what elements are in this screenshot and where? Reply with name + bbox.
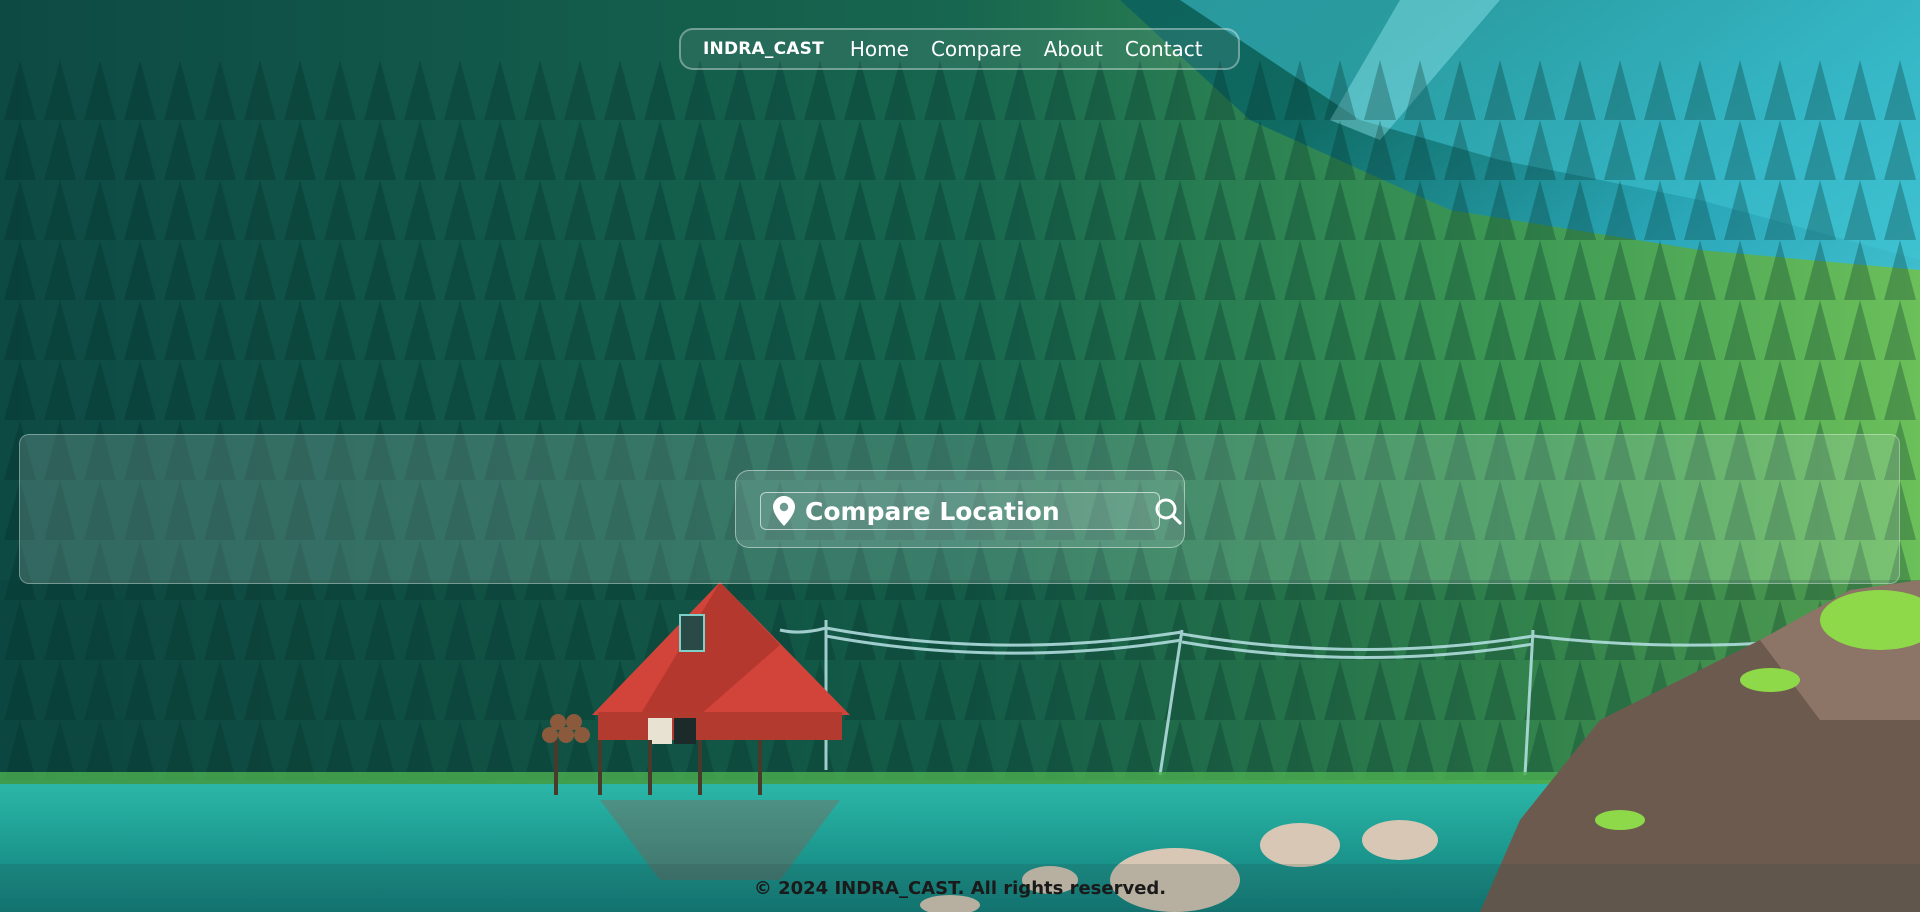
top-navigation: INDRA_CAST Home Compare About Contact (679, 28, 1240, 70)
page: INDRA_CAST Home Compare About Contact © … (0, 0, 1920, 912)
brand-logo-text[interactable]: INDRA_CAST (703, 39, 824, 59)
search-icon[interactable] (1154, 494, 1182, 528)
nav-link-home[interactable]: Home (850, 37, 909, 61)
nav-link-compare[interactable]: Compare (931, 37, 1022, 61)
footer: © 2024 INDRA_CAST. All rights reserved. (0, 864, 1920, 912)
compare-location-input[interactable] (805, 496, 1154, 526)
compare-location-search (760, 492, 1182, 530)
nav-link-about[interactable]: About (1044, 37, 1103, 61)
map-pin-icon (773, 496, 795, 526)
nav-link-contact[interactable]: Contact (1125, 37, 1203, 61)
copyright-text: © 2024 INDRA_CAST. All rights reserved. (753, 877, 1167, 899)
